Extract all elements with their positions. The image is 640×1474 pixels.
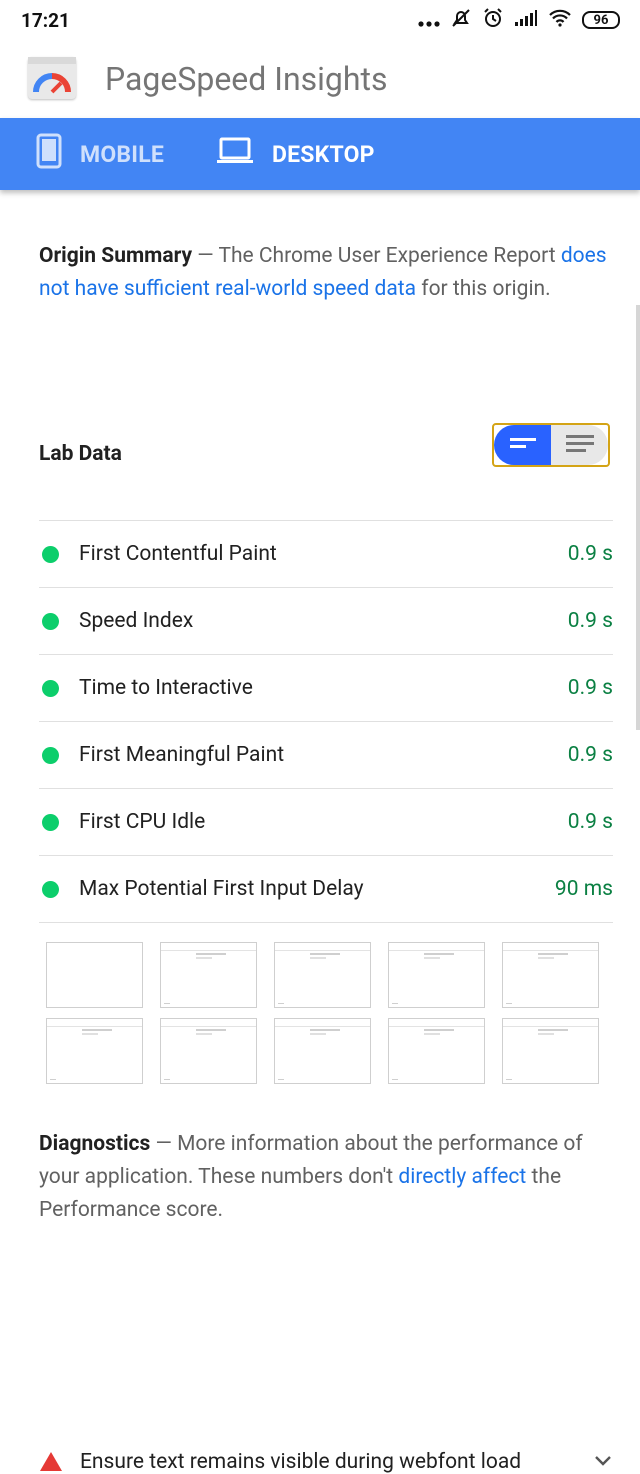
laptop-icon <box>216 137 254 171</box>
mute-icon <box>450 7 472 34</box>
phone-icon <box>36 133 62 175</box>
origin-summary: Origin Summary — The Chrome User Experie… <box>39 240 613 306</box>
metrics-view-toggle[interactable] <box>492 423 610 467</box>
status-icons: 96 <box>418 7 620 34</box>
chevron-down-icon[interactable] <box>594 1451 612 1470</box>
metric-row: Speed Index 0.9 s <box>39 588 613 655</box>
summary-view-icon <box>508 434 538 456</box>
detail-view-icon <box>565 433 595 457</box>
filmstrip-row <box>46 942 606 1008</box>
status-time: 17:21 <box>21 8 70 32</box>
pass-indicator-icon <box>42 679 59 697</box>
pass-indicator-icon <box>42 813 59 831</box>
filmstrip-row <box>46 1018 606 1084</box>
filmstrip-frame <box>46 942 143 1008</box>
metric-value: 0.9 s <box>567 676 613 700</box>
filmstrip-frame <box>160 1018 257 1084</box>
metric-row: First CPU Idle 0.9 s <box>39 789 613 856</box>
detail-view-button[interactable] <box>551 425 608 465</box>
origin-summary-text-end: for this origin. <box>416 277 551 301</box>
tab-desktop-label: DESKTOP <box>272 140 375 168</box>
filmstrip-frame <box>388 1018 485 1084</box>
wifi-icon <box>548 9 572 32</box>
metric-row: Max Potential First Input Delay 90 ms <box>39 856 613 923</box>
metric-value: 0.9 s <box>567 810 613 834</box>
device-tab-bar: MOBILE DESKTOP <box>0 118 640 190</box>
metric-name: Max Potential First Input Delay <box>79 877 364 901</box>
battery-icon: 96 <box>582 11 620 29</box>
pass-indicator-icon <box>42 545 59 563</box>
metric-name: First Meaningful Paint <box>79 743 285 767</box>
metric-name: Time to Interactive <box>79 676 253 700</box>
alarm-icon <box>482 7 504 34</box>
tab-mobile-label: MOBILE <box>80 140 164 168</box>
metric-row: Time to Interactive 0.9 s <box>39 655 613 722</box>
pass-indicator-icon <box>42 880 59 898</box>
summary-view-button[interactable] <box>494 425 551 465</box>
metric-name: Speed Index <box>79 609 194 633</box>
app-title: PageSpeed Insights <box>105 60 388 98</box>
diagnostics-title: Diagnostics <box>39 1132 151 1156</box>
scrollbar[interactable] <box>636 305 640 730</box>
origin-summary-text: — The Chrome User Experience Report <box>197 244 561 268</box>
origin-summary-title: Origin Summary <box>39 244 193 268</box>
diagnostics-summary: Diagnostics — More information about the… <box>39 1128 613 1227</box>
lab-data-title: Lab Data <box>39 442 122 466</box>
warning-icon <box>40 1452 62 1471</box>
filmstrip-frame <box>274 942 371 1008</box>
pagespeed-logo-icon <box>28 57 76 99</box>
metric-value: 0.9 s <box>567 542 613 566</box>
metric-value: 90 ms <box>554 877 613 901</box>
filmstrip-frame <box>274 1018 371 1084</box>
pass-indicator-icon <box>42 612 59 630</box>
tab-mobile[interactable]: MOBILE <box>36 118 164 190</box>
metric-name: First Contentful Paint <box>79 542 277 566</box>
filmstrip-frame <box>46 1018 143 1084</box>
tab-desktop[interactable]: DESKTOP <box>216 118 375 190</box>
more-icon <box>418 9 440 32</box>
metric-value: 0.9 s <box>567 743 613 767</box>
audit-title: Ensure text remains visible during webfo… <box>80 1449 522 1474</box>
diagnostics-link[interactable]: directly affect <box>398 1165 526 1189</box>
filmstrip-frame <box>502 942 599 1008</box>
audit-item-webfont[interactable]: Ensure text remains visible during webfo… <box>0 1431 640 1474</box>
filmstrip <box>46 942 606 1094</box>
lab-metrics-list: First Contentful Paint 0.9 s Speed Index… <box>39 520 613 923</box>
filmstrip-frame <box>502 1018 599 1084</box>
metric-value: 0.9 s <box>567 609 613 633</box>
filmstrip-frame <box>160 942 257 1008</box>
pass-indicator-icon <box>42 746 59 764</box>
app-bar: PageSpeed Insights <box>0 40 640 118</box>
metric-row: First Meaningful Paint 0.9 s <box>39 722 613 789</box>
filmstrip-frame <box>388 942 485 1008</box>
status-bar: 17:21 96 <box>0 0 640 40</box>
metric-name: First CPU Idle <box>79 810 206 834</box>
metric-row: First Contentful Paint 0.9 s <box>39 521 613 588</box>
signal-icon <box>514 9 538 32</box>
